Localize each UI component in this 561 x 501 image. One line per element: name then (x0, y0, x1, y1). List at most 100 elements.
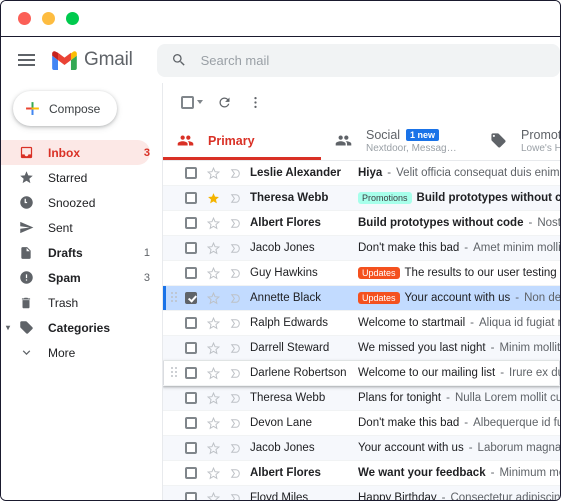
important-toggle[interactable] (224, 192, 246, 205)
compose-button[interactable]: Compose (13, 91, 117, 126)
close-button[interactable] (18, 12, 31, 25)
row-checkbox[interactable] (180, 217, 202, 229)
search-bar[interactable] (157, 44, 560, 77)
star-toggle[interactable] (202, 192, 224, 205)
trash-icon (18, 295, 34, 311)
row-checkbox[interactable] (180, 367, 202, 379)
star-icon (207, 467, 220, 480)
row-checkbox[interactable] (180, 317, 202, 329)
sidebar-item-more[interactable]: More (1, 340, 150, 365)
sidebar-item-snoozed[interactable]: Snoozed (1, 190, 150, 215)
sidebar-item-drafts[interactable]: Drafts 1 (1, 240, 150, 265)
star-toggle[interactable] (202, 392, 224, 405)
subject-snippet-separator: - (491, 342, 495, 354)
sidebar-item-inbox[interactable]: Inbox 3 (1, 140, 150, 165)
row-checkbox[interactable] (180, 417, 202, 429)
tab-social[interactable]: Social 1 new Nextdoor, Message fro... (321, 121, 476, 160)
important-toggle[interactable] (224, 167, 246, 180)
minimize-button[interactable] (42, 12, 55, 25)
row-checkbox[interactable] (180, 492, 202, 500)
row-checkbox[interactable] (180, 242, 202, 254)
star-toggle[interactable] (202, 342, 224, 355)
table-row[interactable]: Leslie AlexanderHiya - Velit officia con… (163, 161, 560, 186)
email-snippet: Laborum magna nulla duis ullam (478, 442, 560, 454)
table-row[interactable]: Ralph EdwardsWelcome to startmail - Aliq… (163, 311, 560, 336)
chevron-down-icon[interactable]: ▾ (6, 323, 10, 332)
table-row[interactable]: Albert FloresBuild prototypes without co… (163, 211, 560, 236)
drag-handle-icon[interactable] (171, 367, 179, 379)
star-toggle[interactable] (202, 217, 224, 230)
important-toggle[interactable] (224, 242, 246, 255)
important-toggle[interactable] (224, 492, 246, 501)
email-subject: Hiya (358, 167, 382, 179)
row-checkbox[interactable] (180, 467, 202, 479)
drag-handle-icon[interactable] (171, 292, 179, 304)
category-chip: Updates (358, 292, 400, 304)
select-all-checkbox[interactable] (177, 88, 207, 116)
table-row[interactable]: Albert FloresWe want your feedback - Min… (163, 461, 560, 486)
row-checkbox[interactable] (180, 267, 202, 279)
star-toggle[interactable] (202, 317, 224, 330)
email-subject: Plans for tonight (358, 392, 441, 404)
row-checkbox[interactable] (180, 442, 202, 454)
row-checkbox[interactable] (180, 167, 202, 179)
sidebar-item-categories[interactable]: ▾ Categories (1, 315, 150, 340)
important-toggle[interactable] (224, 367, 246, 380)
important-toggle[interactable] (224, 342, 246, 355)
row-checkbox[interactable] (180, 392, 202, 404)
sidebar-item-spam[interactable]: Spam 3 (1, 265, 150, 290)
star-toggle[interactable] (202, 167, 224, 180)
star-toggle[interactable] (202, 417, 224, 430)
chevron-down-icon[interactable] (197, 100, 203, 104)
row-checkbox[interactable] (180, 192, 202, 204)
tab-promotions[interactable]: Promotions Lowe's Hom (476, 121, 560, 160)
table-row[interactable]: Darrell StewardWe missed you last night … (163, 336, 560, 361)
more-vertical-icon (248, 95, 263, 110)
star-toggle[interactable] (202, 367, 224, 380)
important-toggle[interactable] (224, 417, 246, 430)
search-input[interactable] (201, 53, 546, 68)
sidebar-item-trash[interactable]: Trash (1, 290, 150, 315)
important-toggle[interactable] (224, 217, 246, 230)
important-toggle[interactable] (224, 292, 246, 305)
refresh-icon (217, 95, 232, 110)
important-toggle[interactable] (224, 267, 246, 280)
category-tabs: Primary Social 1 new Nextdoor, Message f… (163, 121, 560, 161)
star-toggle[interactable] (202, 292, 224, 305)
row-checkbox[interactable] (180, 292, 202, 304)
subject-snippet-separator: - (528, 217, 532, 229)
tab-primary[interactable]: Primary (163, 121, 321, 160)
sidebar-item-sent[interactable]: Sent (1, 215, 150, 240)
star-toggle[interactable] (202, 442, 224, 455)
important-toggle[interactable] (224, 467, 246, 480)
table-row[interactable]: Theresa WebbPlans for tonight - Nulla Lo… (163, 386, 560, 411)
sidebar-item-starred[interactable]: Starred (1, 165, 150, 190)
tab-subtitle: Lowe's Hom (521, 143, 560, 154)
important-marker-icon (229, 392, 242, 405)
important-toggle[interactable] (224, 442, 246, 455)
table-row[interactable]: Darlene RobertsonWelcome to our mailing … (163, 361, 560, 386)
star-toggle[interactable] (202, 492, 224, 501)
table-row[interactable]: Jacob JonesYour account with us - Laboru… (163, 436, 560, 461)
email-content: PromotionsBuild prototypes without code … (358, 192, 560, 204)
more-options-button[interactable] (241, 88, 269, 116)
zoom-button[interactable] (66, 12, 79, 25)
brand: Gmail (52, 49, 133, 71)
table-row[interactable]: Theresa WebbPromotionsBuild prototypes w… (163, 186, 560, 211)
email-subject: Don't make this bad (358, 242, 459, 254)
row-checkbox[interactable] (180, 342, 202, 354)
star-toggle[interactable] (202, 467, 224, 480)
table-row[interactable]: Annette BlackUpdatesYour account with us… (163, 286, 560, 311)
star-toggle[interactable] (202, 242, 224, 255)
important-toggle[interactable] (224, 317, 246, 330)
refresh-button[interactable] (210, 88, 238, 116)
table-row[interactable]: Guy HawkinsUpdatesThe results to our use… (163, 261, 560, 286)
table-row[interactable]: Floyd MilesHappy Birthday - Consectetur … (163, 486, 560, 500)
table-row[interactable]: Jacob JonesDon't make this bad - Amet mi… (163, 236, 560, 261)
star-toggle[interactable] (202, 267, 224, 280)
email-content: Plans for tonight - Nulla Lorem mollit c… (358, 392, 560, 404)
important-toggle[interactable] (224, 392, 246, 405)
category-chip: Updates (358, 267, 400, 279)
hamburger-menu-icon[interactable] (6, 40, 46, 80)
table-row[interactable]: Devon LaneDon't make this bad - Albequer… (163, 411, 560, 436)
